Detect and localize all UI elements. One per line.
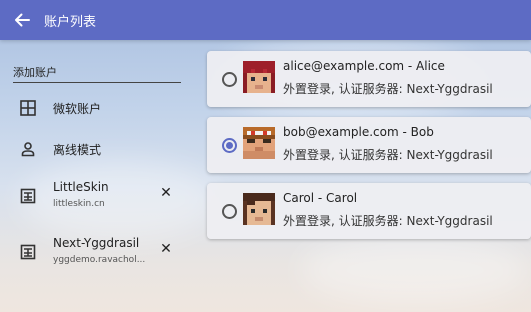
- person-icon: [19, 140, 37, 158]
- grid-icon: [19, 99, 37, 117]
- account-subtitle: 外置登录, 认证服务器: Next-Yggdrasil: [283, 82, 493, 96]
- sidebar-item-littleskin[interactable]: LittleSkin littleskin.cn ✕: [0, 176, 190, 214]
- remove-server-button[interactable]: ✕: [159, 241, 173, 257]
- sidebar-item-microsoft[interactable]: 微软账户: [0, 96, 190, 120]
- account-title: alice@example.com - Alice: [283, 59, 445, 73]
- add-account-section-title: 添加账户: [13, 64, 181, 83]
- account-radio[interactable]: [222, 204, 237, 219]
- account-title: Carol - Carol: [283, 191, 358, 205]
- back-arrow-icon: [15, 13, 30, 27]
- sidebar: 添加账户 微软账户 离线模式 LittleSkin littleskin.cn …: [0, 40, 190, 312]
- sidebar-item-offline[interactable]: 离线模式: [0, 137, 190, 161]
- account-card-alice[interactable]: alice@example.com - Alice 外置登录, 认证服务器: N…: [207, 51, 531, 107]
- sidebar-item-label: 离线模式: [53, 143, 102, 157]
- sidebar-item-url: yggdemo.ravachol...: [53, 255, 146, 265]
- avatar: [243, 193, 275, 225]
- sidebar-item-next-yggdrasil[interactable]: Next-Yggdrasil yggdemo.ravachol... ✕: [0, 232, 190, 270]
- avatar: [243, 127, 275, 159]
- server-icon: [19, 243, 37, 261]
- account-title: bob@example.com - Bob: [283, 125, 434, 139]
- sidebar-item-label: LittleSkin: [53, 180, 109, 194]
- account-radio[interactable]: [222, 138, 237, 153]
- back-button[interactable]: [0, 0, 44, 40]
- account-card-bob[interactable]: bob@example.com - Bob 外置登录, 认证服务器: Next-…: [207, 117, 531, 173]
- sidebar-item-label: Next-Yggdrasil: [53, 236, 140, 250]
- page-title: 账户列表: [44, 14, 97, 30]
- server-icon: [19, 187, 37, 205]
- account-radio[interactable]: [222, 72, 237, 87]
- account-card-carol[interactable]: Carol - Carol 外置登录, 认证服务器: Next-Yggdrasi…: [207, 183, 531, 239]
- account-subtitle: 外置登录, 认证服务器: Next-Yggdrasil: [283, 214, 493, 228]
- remove-server-button[interactable]: ✕: [159, 185, 173, 201]
- sidebar-item-label: 微软账户: [53, 102, 102, 116]
- sidebar-item-url: littleskin.cn: [53, 199, 105, 209]
- avatar: [243, 61, 275, 93]
- title-bar: 账户列表: [0, 0, 531, 40]
- account-subtitle: 外置登录, 认证服务器: Next-Yggdrasil: [283, 148, 493, 162]
